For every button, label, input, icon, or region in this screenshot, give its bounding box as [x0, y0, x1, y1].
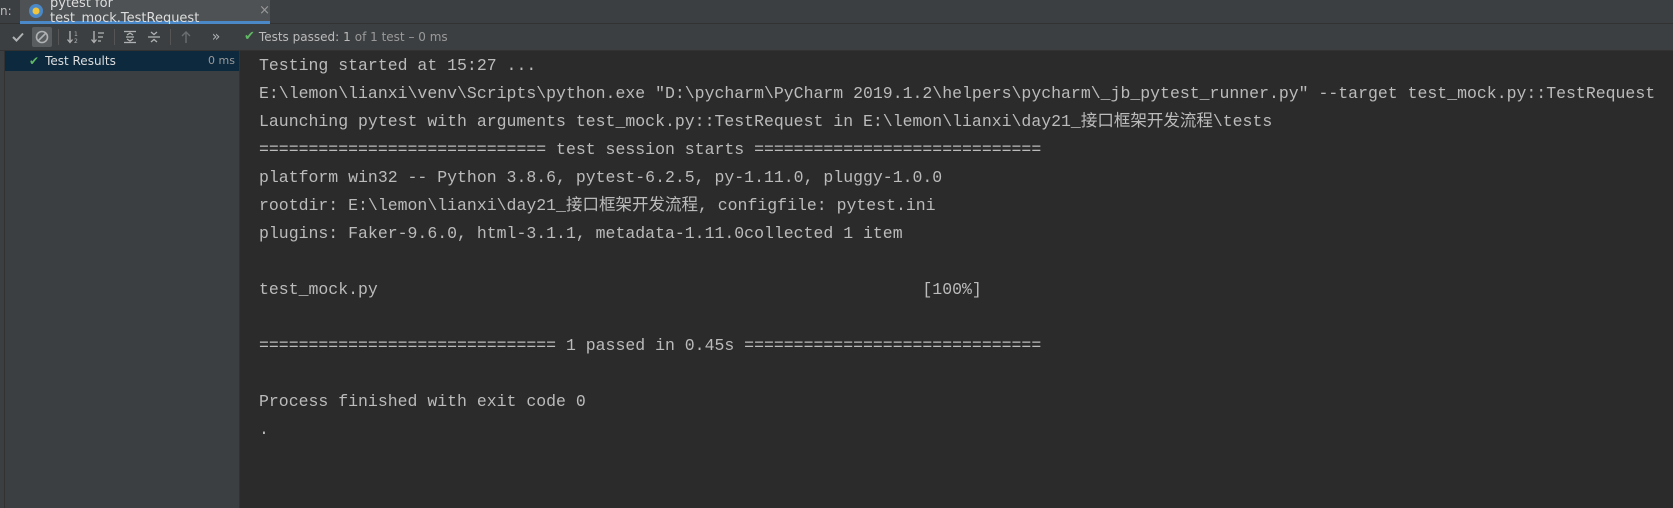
passed-check-icon: ✔	[29, 54, 40, 68]
test-status: ✔ Tests passed: 1 of 1 test – 0 ms	[244, 29, 448, 44]
console-line: Testing started at 15:27 ...	[259, 56, 537, 75]
console-line: test_mock.py [100%]	[259, 280, 982, 299]
console-line: ============================= test sessi…	[259, 140, 1042, 159]
show-ignored-icon[interactable]	[32, 27, 52, 47]
test-runner-toolbar: 12 » ✔ Tests passed: 1 of 1 test – 0 ms	[0, 24, 1673, 51]
run-tab-bar: n: pytest for test_mock.TestRequest ×	[0, 0, 1673, 26]
sort-alpha-icon[interactable]: 12	[64, 27, 84, 47]
status-label: Tests passed:	[258, 29, 340, 44]
console-line: plugins: Faker-9.6.0, html-3.1.1, metada…	[259, 224, 903, 243]
close-icon[interactable]: ×	[259, 3, 270, 18]
show-passed-icon[interactable]	[8, 27, 28, 47]
status-count: 1	[343, 29, 351, 44]
console-output[interactable]: Testing started at 15:27 ... E:\lemon\li…	[241, 51, 1673, 508]
run-label: n:	[0, 4, 12, 18]
tab-title: pytest for test_mock.TestRequest	[50, 0, 200, 26]
collapse-all-icon[interactable]	[144, 27, 164, 47]
pytest-icon	[28, 3, 44, 19]
panel-gutter	[0, 51, 5, 508]
tree-item-time: 0 ms	[208, 54, 235, 67]
console-line: ============================== 1 passed …	[259, 336, 1042, 355]
passed-check-icon: ✔	[244, 29, 255, 44]
expand-all-icon[interactable]	[120, 27, 140, 47]
up-arrow-icon[interactable]	[176, 27, 196, 47]
console-line: E:\lemon\lianxi\venv\Scripts\python.exe …	[259, 84, 1656, 103]
console-line: Process finished with exit code 0	[259, 392, 586, 411]
svg-text:1: 1	[74, 31, 78, 38]
run-tab[interactable]: pytest for test_mock.TestRequest ×	[20, 0, 270, 26]
svg-text:2: 2	[74, 38, 78, 44]
more-icon[interactable]: »	[206, 27, 226, 47]
console-line: rootdir: E:\lemon\lianxi\day21_接口框架开发流程,…	[259, 196, 936, 215]
test-tree-panel: ✔ Test Results 0 ms	[0, 51, 240, 508]
console-line: Launching pytest with arguments test_moc…	[259, 112, 1273, 131]
tree-item-label: Test Results	[45, 54, 116, 68]
console-line: .	[259, 420, 269, 439]
sort-duration-icon[interactable]	[88, 27, 108, 47]
tree-item-test-results[interactable]: ✔ Test Results 0 ms	[5, 51, 239, 71]
status-detail: of 1 test – 0 ms	[354, 29, 448, 44]
console-line: platform win32 -- Python 3.8.6, pytest-6…	[259, 168, 943, 187]
